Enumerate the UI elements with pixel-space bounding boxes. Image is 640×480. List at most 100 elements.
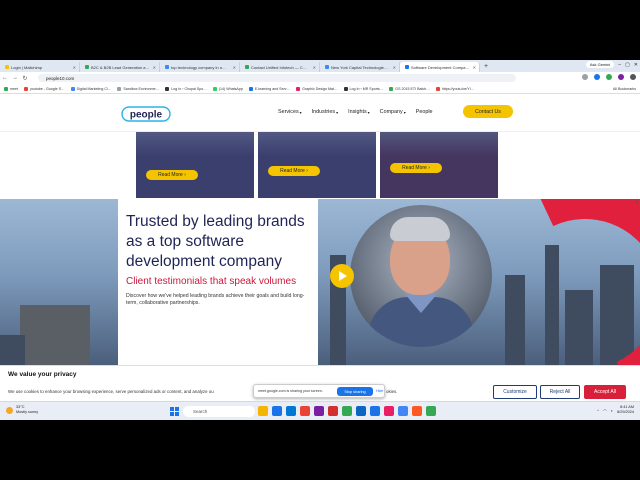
- bookmark-favicon: [117, 86, 122, 91]
- taskbar-app-icon[interactable]: [356, 406, 366, 416]
- bookmark-label: Log In ‹ MR Sports…: [349, 86, 384, 91]
- taskbar-app-icon[interactable]: [384, 406, 394, 416]
- windows-taskbar: 33°C Mostly sunny Search ^ ◠ ◖ 8:41 AM 8…: [0, 401, 640, 420]
- extension-icon[interactable]: [606, 74, 612, 80]
- accept-all-button[interactable]: Accept All: [584, 385, 626, 399]
- tab-title: B2C & B2B Lead Generation a…: [91, 64, 150, 70]
- bookmark-star-icon[interactable]: [582, 74, 588, 80]
- extension-icon[interactable]: [594, 74, 600, 80]
- nav-item-services[interactable]: Services ▾: [278, 109, 302, 115]
- system-tray: ^ ◠ ◖ 8:41 AM 8/29/2024: [597, 405, 634, 415]
- nav-item-people[interactable]: People: [416, 109, 433, 115]
- bookmark-item[interactable]: (14) WhatsApp: [212, 86, 243, 91]
- taskbar-app-icon[interactable]: [412, 406, 422, 416]
- reject-all-button[interactable]: Reject All: [540, 385, 580, 399]
- bookmark-item[interactable]: Sandbox Environme…: [117, 86, 159, 91]
- nav-item-insights[interactable]: Insights ▾: [348, 109, 370, 115]
- browser-tab[interactable]: New York Capital Technologie… ✕: [320, 62, 400, 72]
- bookmark-label: https://youtu.be/Yl…: [441, 86, 475, 91]
- close-tab-icon[interactable]: ✕: [393, 65, 396, 70]
- contact-us-button[interactable]: Contact Us: [463, 105, 513, 118]
- browser-tab[interactable]: Login | Mailchimp ✕: [0, 62, 80, 72]
- close-tab-icon[interactable]: ✕: [73, 65, 76, 70]
- profile-avatar[interactable]: [618, 74, 624, 80]
- new-tab-button[interactable]: +: [480, 63, 492, 70]
- play-icon: [339, 271, 347, 281]
- taskbar-app-icon[interactable]: [286, 406, 296, 416]
- tab-title: Login | Mailchimp: [11, 64, 43, 70]
- reload-icon[interactable]: ↻: [20, 75, 30, 82]
- minimize-icon[interactable]: –: [618, 62, 621, 68]
- browser-tab[interactable]: Contact Unified Infotech — C… ✕: [240, 62, 320, 72]
- back-icon[interactable]: ←: [0, 75, 10, 81]
- nav-label: Company: [379, 109, 403, 115]
- nav-item-industries[interactable]: Industries ▾: [312, 109, 338, 115]
- bookmark-favicon: [248, 86, 253, 91]
- people-logo[interactable]: people: [121, 105, 171, 123]
- bookmark-item[interactable]: E-learning and Serv…: [248, 86, 291, 91]
- weather-widget[interactable]: 33°C Mostly sunny: [6, 405, 38, 415]
- tab-strip: Login | Mailchimp ✕ B2C & B2B Lead Generat…: [0, 60, 480, 72]
- share-notice-text: meet.google.com is sharing your screen.: [258, 389, 323, 393]
- ask-gemini-button[interactable]: Ask Gemini: [585, 61, 615, 68]
- taskbar-app-icon[interactable]: [272, 406, 282, 416]
- bookmark-item[interactable]: Graphic Design Mat…: [296, 86, 338, 91]
- taskbar-search[interactable]: Search: [183, 406, 255, 417]
- taskbar-app-icon[interactable]: [398, 406, 408, 416]
- close-tab-icon[interactable]: ✕: [153, 65, 156, 70]
- bookmark-item[interactable]: GS 2015 ETI Batch…: [389, 86, 430, 91]
- clock[interactable]: 8:41 AM 8/29/2024: [617, 405, 634, 415]
- all-bookmarks[interactable]: All Bookmarks: [613, 87, 636, 91]
- menu-icon[interactable]: [630, 74, 636, 80]
- close-tab-icon[interactable]: ✕: [233, 65, 236, 70]
- read-more-button[interactable]: Read More ›: [146, 170, 198, 180]
- tab-title: New York Capital Technologie…: [331, 64, 388, 70]
- bookmark-item[interactable]: Log In ‹ MR Sports…: [343, 86, 384, 91]
- bookmark-label: Digital Marketing Cl…: [76, 86, 112, 91]
- browser-tab[interactable]: B2C & B2B Lead Generation a… ✕: [80, 62, 160, 72]
- maximize-icon[interactable]: ▢: [625, 62, 630, 68]
- browser-tab-bar: Login | Mailchimp ✕ B2C & B2B Lead Generat…: [0, 60, 640, 72]
- bookmark-favicon: [435, 86, 440, 91]
- close-tab-icon[interactable]: ✕: [313, 65, 316, 70]
- bookmark-favicon: [343, 86, 348, 91]
- nav-item-company[interactable]: Company ▾: [380, 109, 406, 115]
- customize-button[interactable]: Customize: [493, 385, 537, 399]
- browser-tab[interactable]: Software Development Compa… ✕: [400, 62, 480, 72]
- nav-label: People: [415, 109, 433, 115]
- url-input[interactable]: people10.com: [38, 74, 516, 82]
- taskbar-app-icon[interactable]: [314, 406, 324, 416]
- address-bar-row: ← → ↻ people10.com: [0, 72, 640, 84]
- bookmark-favicon: [165, 86, 170, 91]
- forward-icon[interactable]: →: [10, 75, 20, 81]
- building: [20, 305, 90, 365]
- taskbar-app-icon[interactable]: [300, 406, 310, 416]
- stop-sharing-button[interactable]: Stop sharing: [337, 387, 373, 396]
- tab-favicon: [85, 65, 89, 69]
- taskbar-app-icon[interactable]: [370, 406, 380, 416]
- nav-label: Insights: [348, 109, 367, 115]
- taskbar-app-icon[interactable]: [328, 406, 338, 416]
- wifi-icon[interactable]: ◠: [603, 408, 607, 413]
- read-more-button[interactable]: Read More ›: [390, 163, 442, 173]
- close-tab-icon[interactable]: ✕: [473, 65, 476, 70]
- scroll-up-icon[interactable]: ▲: [634, 199, 640, 204]
- bookmark-label: E-learning and Serv…: [254, 86, 291, 91]
- bookmark-item[interactable]: Log In ‹ Chopai.Spo…: [165, 86, 207, 91]
- start-button[interactable]: [170, 407, 179, 416]
- read-more-button[interactable]: Read More ›: [268, 166, 320, 176]
- taskbar-app-icon[interactable]: [342, 406, 352, 416]
- play-video-button[interactable]: [330, 264, 354, 288]
- hide-share-button[interactable]: Hide: [376, 389, 383, 393]
- volume-icon[interactable]: ◖: [611, 408, 613, 413]
- taskbar-app-icon[interactable]: [258, 406, 268, 416]
- chevron-up-icon[interactable]: ^: [597, 408, 599, 413]
- browser-tab[interactable]: top technology company in n… ✕: [160, 62, 240, 72]
- taskbar-app-icon[interactable]: [426, 406, 436, 416]
- tabbar-right: Ask Gemini – ▢ ✕: [585, 61, 638, 68]
- bookmark-item[interactable]: https://youtu.be/Yl…: [435, 86, 475, 91]
- bookmark-item[interactable]: Digital Marketing Cl…: [70, 86, 112, 91]
- bookmark-item[interactable]: meet: [4, 86, 18, 91]
- bookmark-item[interactable]: youtube - Google S…: [24, 86, 65, 91]
- close-window-icon[interactable]: ✕: [634, 62, 638, 68]
